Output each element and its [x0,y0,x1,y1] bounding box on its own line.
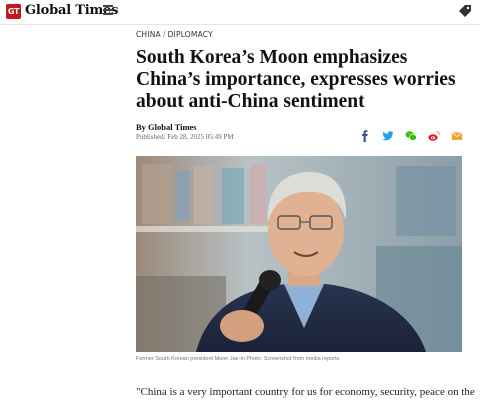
article-photo [136,156,462,352]
hamburger-menu-icon[interactable] [103,5,113,17]
breadcrumb: CHINA / DIPLOMACY [136,30,213,39]
breadcrumb-china[interactable]: CHINA [136,30,161,39]
twitter-icon[interactable] [382,130,394,142]
top-bar: GT Global Times [0,0,480,25]
photo-caption: Former South Korean president Moon Jae-i… [136,356,340,362]
email-icon[interactable] [451,130,463,142]
wechat-icon[interactable] [405,130,417,142]
article-body-first-line: "China is a very important country for u… [136,386,475,398]
article-published-date: Published: Feb 28, 2025 05:49 PM [136,133,234,141]
article-byline: By Global Times [136,122,197,132]
weibo-icon[interactable] [428,130,440,142]
article-headline: South Korea’s Moon emphasizes China’s im… [136,47,456,112]
tag-icon[interactable] [458,4,472,18]
facebook-icon[interactable] [359,130,371,142]
breadcrumb-diplomacy[interactable]: DIPLOMACY [168,30,213,39]
site-logo-badge[interactable]: GT [6,4,21,19]
photo-illustration [136,156,462,352]
breadcrumb-separator: / [162,30,166,39]
